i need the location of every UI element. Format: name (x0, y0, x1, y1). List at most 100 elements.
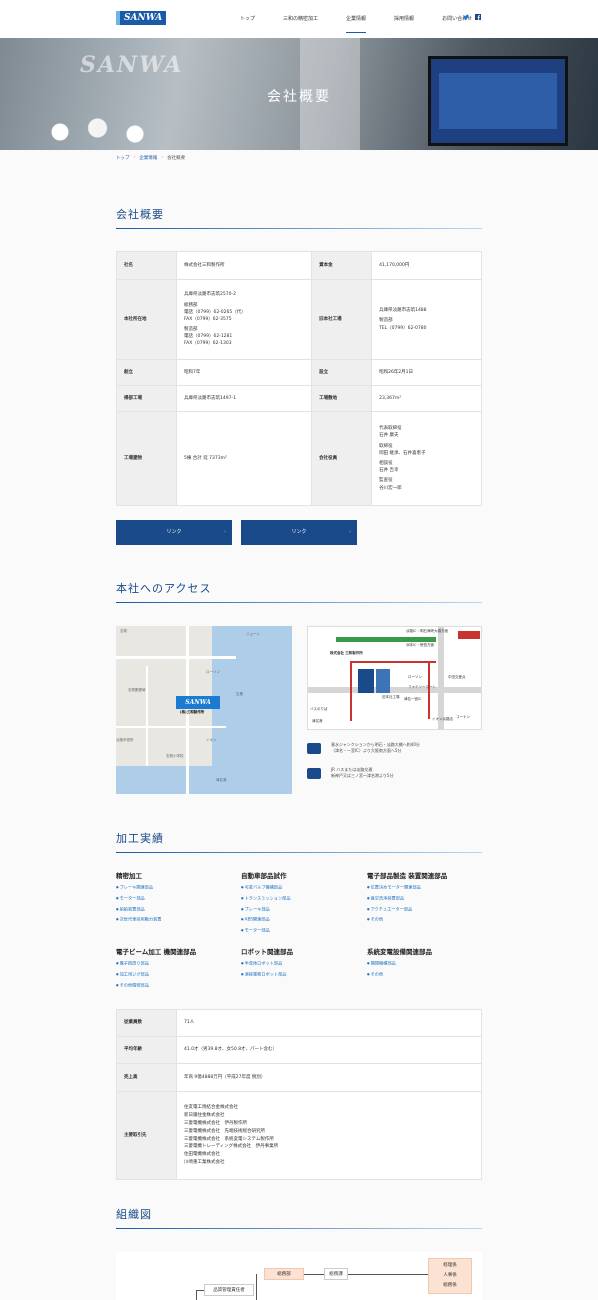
social-links (463, 14, 481, 20)
map-label: 淡路市役所 (116, 738, 134, 742)
table-row: 主要取引先 住友電工焼結合金株式会社 新日鐵住金株式会社 三菱電機株式会社 伊丹製作… (116, 1091, 482, 1180)
cell-line: 兵庫県淡路市志筑1497-1 (184, 395, 236, 401)
cell-line: 石井 康夫 (379, 433, 399, 439)
list-item[interactable]: トランスミッション部品 (241, 893, 291, 904)
cell-line: 石井 吉幸 (379, 468, 399, 474)
cell-line: 住友電工焼結合金株式会社 (184, 1105, 238, 1110)
category-title: ロボット関連部品 (241, 948, 293, 956)
train-icon (307, 767, 321, 779)
list-item[interactable]: その他精密部品 (116, 980, 149, 991)
cell-line: 三菱電機トレーディング株式会社 伊丹事業所 (184, 1144, 279, 1150)
cell-line: 兵庫県淡路市志筑2570-2 (184, 292, 236, 298)
list-item[interactable]: 電子銃周り部品 (116, 958, 149, 969)
category-title: 系統変電設備関連部品 (367, 948, 432, 956)
global-nav: トップ 三和の精密加工 企業情報 採用情報 お問い合わせ (240, 15, 500, 33)
cell-line: 代表取締役 (379, 426, 402, 432)
table-row: 創立 昭和7年 設立 昭和26年2月1日 (116, 359, 482, 386)
cell-line: 昭和7年 (184, 369, 201, 375)
cell-line: 41.0才（男39.8才、女50.8才、パート含む） (184, 1047, 278, 1053)
table-row: 掃部工場 兵庫県淡路市志筑1497-1 工場敷地 23,367m² (116, 385, 482, 412)
cell-line: 電話（0799）62-1281 (184, 334, 233, 340)
nav-item-recruit[interactable]: 採用情報 (394, 15, 414, 33)
table-row: 売上高 年商 9億4888万円（平成27年度 税別） (116, 1063, 482, 1092)
cell-value: 住友電工焼結合金株式会社 新日鐵住金株式会社三菱電機株式会社 伊丹製作所三菱電機株… (176, 1091, 482, 1180)
cell-line: 岡田 継承、石井喜恵子 (379, 450, 426, 456)
works-heading-line (116, 852, 482, 853)
cell-line: 製造部 (379, 318, 393, 324)
cell-line: 昭和26年2月1日 (379, 369, 414, 375)
cell-value: 41.0才（男39.8才、女50.8才、パート含む） (176, 1036, 482, 1064)
overview-heading-line (116, 228, 482, 229)
nav-item-machining[interactable]: 三和の精密加工 (283, 15, 318, 33)
cell-label: 平均年齢 (116, 1036, 177, 1064)
cell-line: 谷川宏一郎 (379, 485, 402, 491)
list-item[interactable]: ブレーキ関連部品 (116, 882, 161, 893)
hero-sign: SANWA (80, 52, 184, 78)
list-item[interactable]: 位置決めモーター関連部品 (367, 882, 421, 893)
cell-line: 総務部 (184, 302, 198, 308)
category-title: 精密加工 (116, 872, 142, 880)
cell-line: 製造部 (184, 327, 198, 333)
cell-line: 新日鐵住金株式会社 (184, 1112, 225, 1118)
list-item[interactable]: 船舶装置部品 (116, 904, 161, 915)
cell-line: 5棟 合計 延 7373m² (184, 455, 227, 461)
map-label: イオン (206, 738, 217, 742)
facebook-icon[interactable] (475, 14, 481, 20)
cell-value: 兵庫県淡路市志筑1488 製造部 TEL（0799）62-0780 (371, 279, 482, 360)
org-box: 総務部 (264, 1268, 304, 1280)
list-item[interactable]: 真空洗浄装置部品 (367, 893, 421, 904)
list-item[interactable]: 開閉機構部品 (367, 958, 396, 969)
table-row: 従業員数 71人 (116, 1009, 482, 1037)
category-list: ブレーキ関連部品モーター部品船舶装置部品次世代車両用動力装置 (116, 882, 162, 925)
list-item[interactable]: 可変バルブ機構部品 (241, 882, 291, 893)
map-label: 志筑 (120, 629, 127, 633)
nav-item-company[interactable]: 企業情報 (346, 15, 367, 33)
cell-value: 5棟 合計 延 7373m² (175, 411, 313, 506)
list-item[interactable]: その他 (367, 914, 421, 925)
list-item[interactable]: 半導体ロボット部品 (241, 958, 286, 969)
route-label: ファミリーマート (408, 685, 436, 689)
cell-line: 電話（0799）62-0265（代） (184, 309, 246, 315)
table-row: 本社所在地 兵庫県淡路市志筑2570-2 総務部 電話（0799）62-0265（… (116, 279, 482, 360)
access-heading: 本社へのアクセス (116, 582, 212, 595)
route-label: 株式会社 三和製作所 (330, 651, 363, 655)
cell-label: 旧本社工場 (311, 279, 373, 360)
breadcrumb-company[interactable]: 企業情報 (139, 155, 157, 161)
map-label: ローソン (206, 670, 220, 674)
google-map[interactable]: 志筑 ジョーン ローソン 志筑郵便局 淡路市役所 生穂 イオン 津名港 志筑小学… (116, 626, 292, 794)
cell-label: 従業員数 (116, 1009, 177, 1037)
list-item[interactable]: モーター部品 (116, 893, 161, 904)
cell-line: 23,367m² (379, 395, 402, 401)
twitter-icon[interactable] (463, 14, 469, 20)
link-button-1[interactable]: リンク › (116, 520, 232, 545)
link-button-2[interactable]: リンク › (241, 520, 357, 545)
list-item[interactable]: 溶接業務ロボット部品 (241, 969, 287, 980)
map-label: ジョーン (246, 632, 260, 636)
cell-line: 株式会社三和製作所 (184, 262, 225, 268)
cell-line: FAX（0799）62-1303 (184, 341, 232, 347)
sanwa-logo[interactable]: SANWA (116, 11, 166, 25)
nav-item-top[interactable]: トップ (240, 15, 255, 33)
list-item[interactable]: モーター部品 (241, 925, 291, 936)
route-label: 旧本社工場 (382, 695, 400, 699)
chevron-right-icon: › (349, 529, 351, 535)
map-label: 志筑郵便局 (128, 688, 146, 692)
breadcrumb-top[interactable]: トップ (116, 155, 130, 161)
list-item[interactable]: 加工用ジグ部品 (116, 969, 149, 980)
cell-line: 三菱電機株式会社 伊丹製作所 (184, 1120, 247, 1126)
cell-line: 71人 (184, 1020, 195, 1026)
category-list: 位置決めモーター関連部品真空洗浄装置部品アクチュエーター部品その他 (367, 882, 421, 925)
list-item[interactable]: アクチュエーター部品 (367, 904, 421, 915)
list-item[interactable]: その他 (367, 969, 396, 980)
list-item[interactable]: 次世代車両用動力装置 (116, 914, 162, 925)
transport-train: JR バスまたは淡路交通 新神戸又は三ノ宮～津名港より5分 (307, 767, 393, 780)
cell-line: 三菱電機株式会社 先端技術総合研究所 (184, 1128, 265, 1134)
cell-value: 昭和7年 (175, 359, 313, 386)
list-item[interactable]: ABS関連部品 (241, 914, 291, 925)
breadcrumb-current: 会社概要 (167, 156, 186, 161)
list-item[interactable]: ブレーキ部品 (241, 904, 291, 915)
cell-value: 兵庫県淡路市志筑2570-2 総務部 電話（0799）62-0265（代） FAX（… (175, 279, 313, 360)
map-marker[interactable]: SANWA (176, 696, 220, 709)
map-marker-sub: (株)三和製作所 (180, 710, 205, 714)
route-label: コーナン (456, 715, 470, 719)
